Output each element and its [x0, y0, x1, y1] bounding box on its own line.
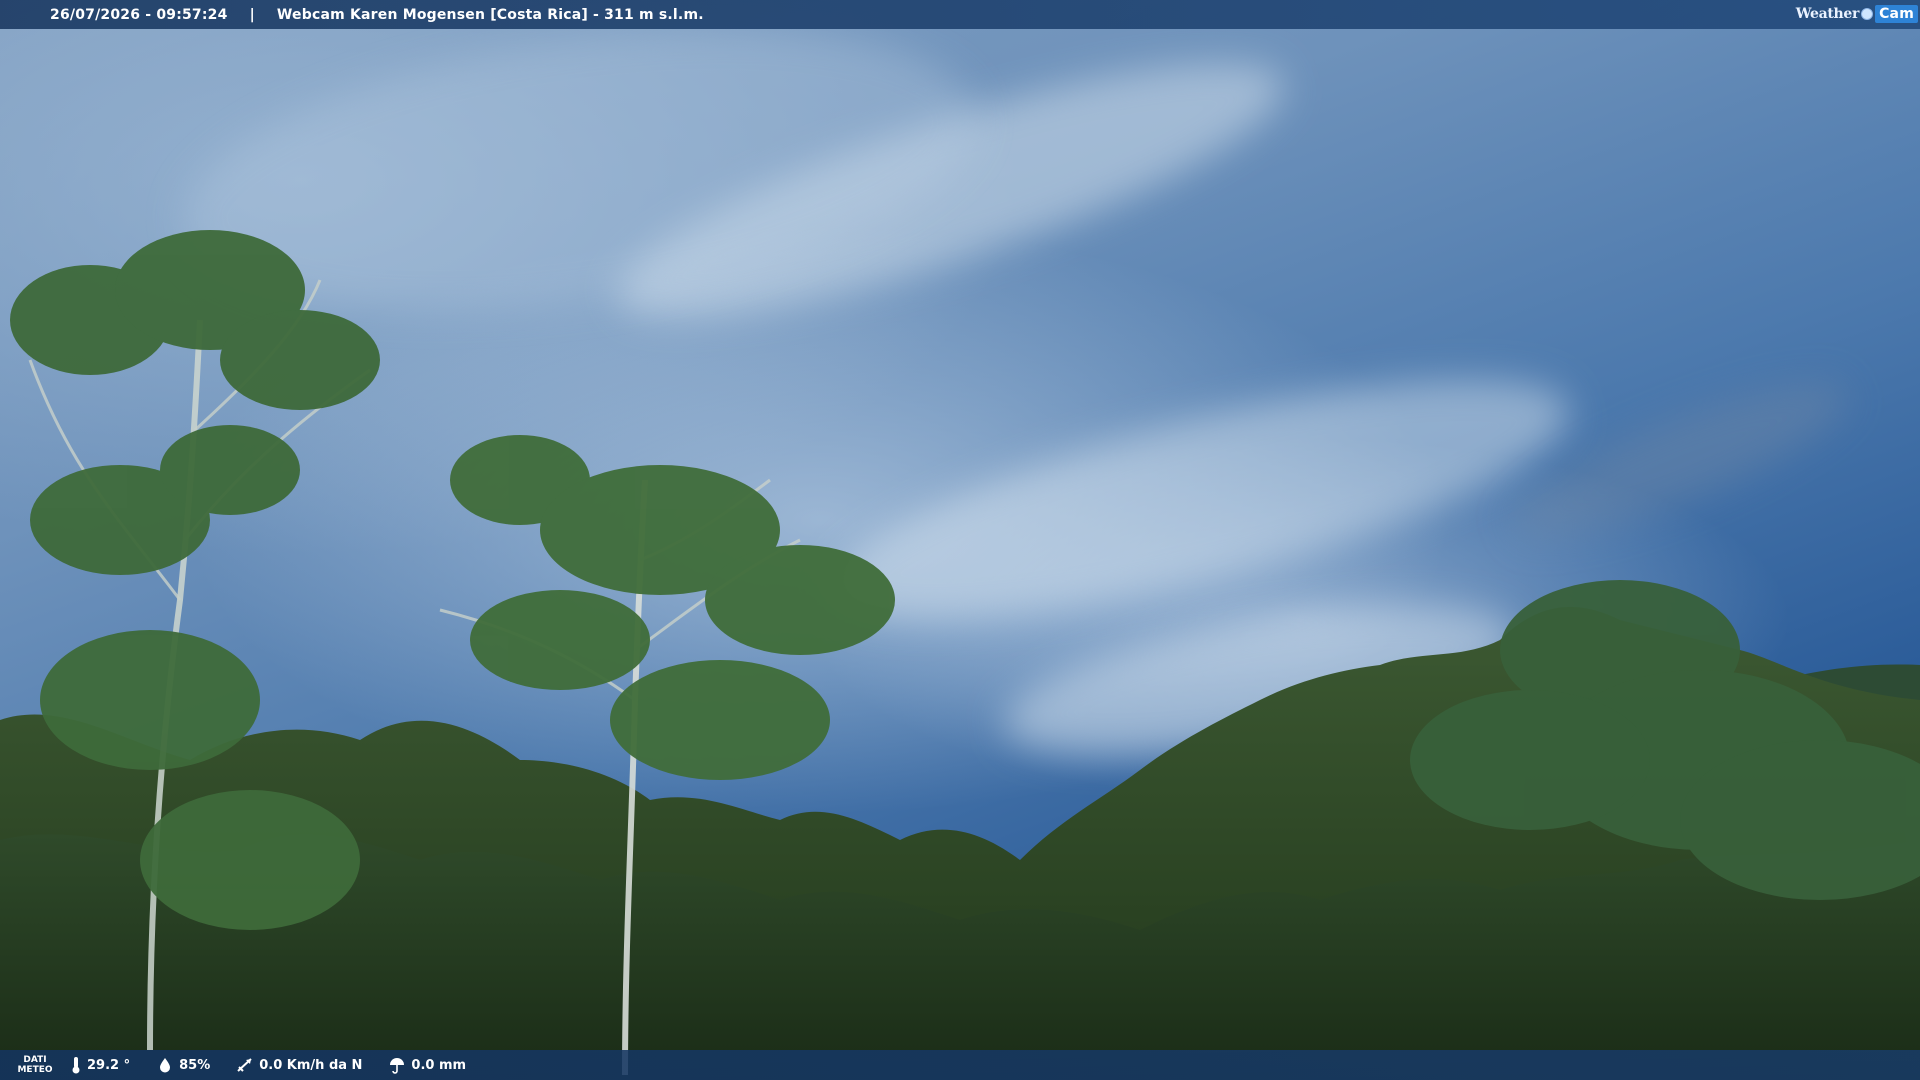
- rain-umbrella-icon: [388, 1056, 406, 1074]
- capture-datetime: 26/07/2026 - 09:57:24: [50, 6, 228, 23]
- wind-vane-icon: [236, 1056, 254, 1074]
- weather-label: DATI METEO: [0, 1055, 70, 1075]
- top-info-bar: 26/07/2026 - 09:57:24 | Webcam Karen Mog…: [0, 0, 1920, 29]
- wind-metric: 0.0 Km/h da N: [236, 1056, 362, 1074]
- temperature-value: 29.2 °: [87, 1057, 131, 1073]
- weather-data-bar: DATI METEO 29.2 ° 85% 0.0 Km/h da N 0.0 …: [0, 1050, 1920, 1080]
- humidity-metric: 85%: [156, 1056, 210, 1074]
- rain-value: 0.0 mm: [411, 1057, 467, 1073]
- header-separator: |: [249, 6, 255, 23]
- thermometer-icon: [70, 1056, 82, 1074]
- brand-text-weather: Weather: [1795, 6, 1860, 22]
- weather-label-line2: METEO: [17, 1065, 53, 1075]
- brand-dot-icon: [1861, 8, 1874, 20]
- weather-label-line1: DATI: [23, 1055, 47, 1065]
- rain-metric: 0.0 mm: [388, 1056, 466, 1074]
- wind-value: 0.0 Km/h da N: [259, 1057, 363, 1073]
- brand-logo[interactable]: Weather Cam: [1796, 3, 1918, 25]
- forest-scene: [0, 230, 1920, 1080]
- brand-text-cam: Cam: [1875, 5, 1918, 23]
- webcam-viewport: [0, 0, 1920, 1080]
- humidity-drop-icon: [156, 1056, 174, 1074]
- temperature-metric: 29.2 °: [70, 1056, 130, 1074]
- webcam-title: Webcam Karen Mogensen [Costa Rica] - 311…: [276, 6, 704, 23]
- humidity-value: 85%: [179, 1057, 211, 1073]
